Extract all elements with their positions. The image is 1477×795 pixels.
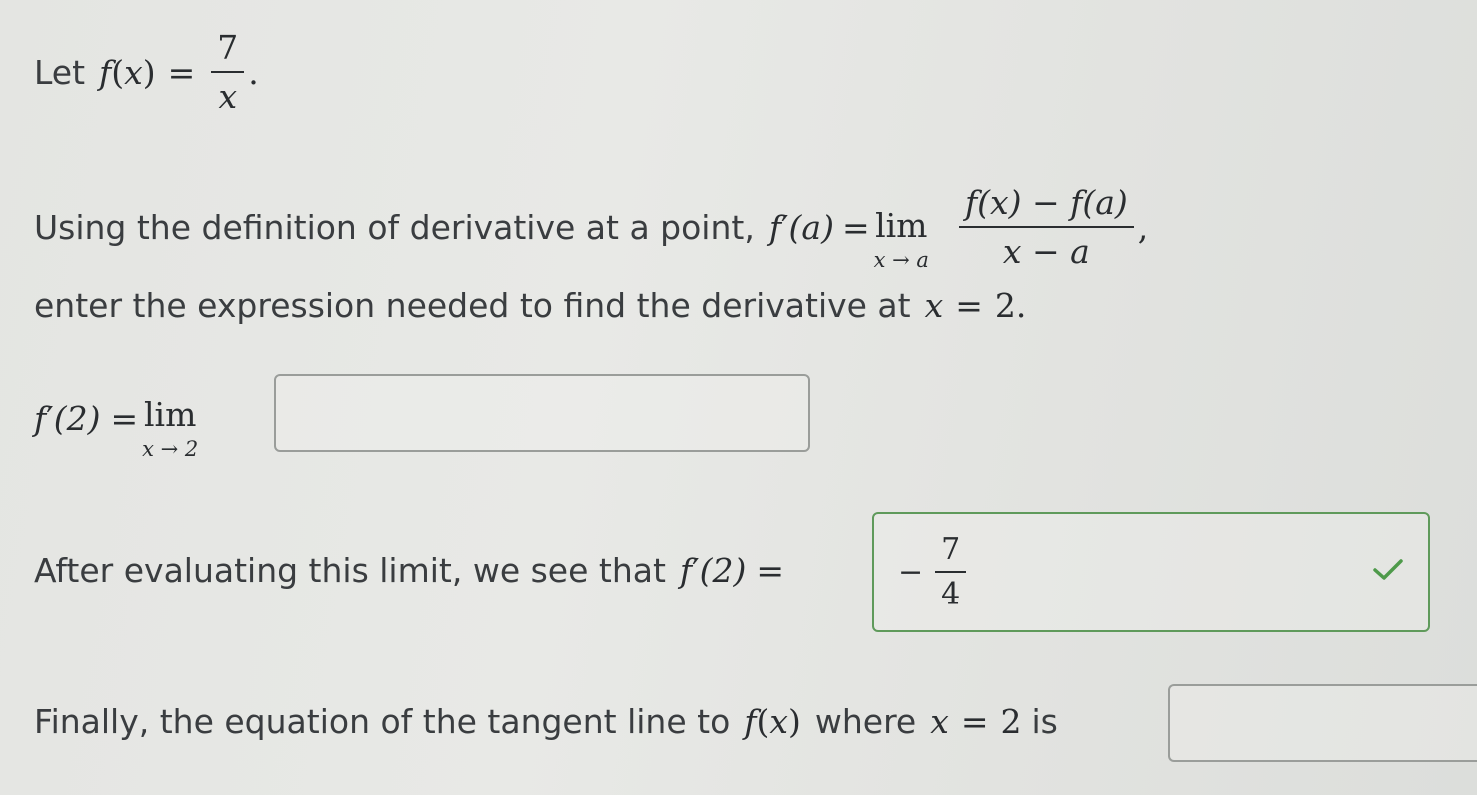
derivative-argument: (2) xyxy=(699,550,747,590)
negative-sign: − xyxy=(898,554,924,590)
derivative-definition: Using the definition of derivative at a … xyxy=(34,172,1148,282)
function-definition: Let f ( x ) = 7 x . xyxy=(34,22,259,122)
x-variable: x xyxy=(924,285,944,325)
difference-quotient: f(x) − f(a) x − a xyxy=(958,183,1134,271)
checkmark-icon xyxy=(1373,559,1403,580)
derivative-value-input[interactable]: − 7 4 xyxy=(872,512,1430,632)
equals-sign: = xyxy=(955,285,983,325)
equals-sign: = xyxy=(756,550,785,590)
prime-mark: ′ xyxy=(692,550,700,590)
equals-sign: = xyxy=(110,398,139,438)
derivative-f: f xyxy=(768,207,782,247)
answer-denominator: 4 xyxy=(941,577,961,612)
function-name: f xyxy=(744,701,757,741)
limit-expression-row: f ′ (2) = lim x → 2 xyxy=(34,376,208,461)
where-label: where xyxy=(814,701,917,741)
fraction-7-over-x: 7 x xyxy=(211,28,245,116)
equals-sign: = xyxy=(841,207,870,247)
fraction-numerator: 7 xyxy=(217,28,239,67)
is-label: is xyxy=(1031,701,1058,741)
limit-subscript: x → 2 xyxy=(142,436,199,461)
tangent-line-row: Finally, the equation of the tangent lin… xyxy=(34,694,1058,748)
open-paren: ( xyxy=(756,701,770,741)
derivative-argument: (a) xyxy=(788,207,834,247)
derivative-answer: − 7 4 xyxy=(898,532,970,612)
tangent-line-input[interactable] xyxy=(1168,684,1477,762)
definition-text: Using the definition of derivative at a … xyxy=(34,207,755,247)
derivative-f: f xyxy=(34,398,47,438)
limit-operator: lim x → a xyxy=(874,183,929,272)
close-paren: ) xyxy=(142,52,156,92)
function-name: f xyxy=(99,52,112,92)
equals-sign: = xyxy=(960,701,989,741)
open-paren: ( xyxy=(111,52,125,92)
let-label: Let xyxy=(34,52,86,92)
function-variable: x xyxy=(124,52,143,92)
equals-sign: = xyxy=(167,52,196,92)
derivative-argument: (2) xyxy=(53,398,101,438)
tangent-text: Finally, the equation of the tangent lin… xyxy=(34,701,731,741)
instruction-text: enter the expression needed to find the … xyxy=(34,285,911,325)
answer-numerator: 7 xyxy=(941,532,961,567)
difference-quotient-numerator: f(x) − f(a) xyxy=(964,183,1128,222)
limit-word: lim xyxy=(144,394,197,434)
prime-mark: ′ xyxy=(781,207,789,247)
x-variable: x xyxy=(930,701,949,741)
point-value: 2 xyxy=(1000,701,1022,741)
evaluation-row: After evaluating this limit, we see that… xyxy=(34,540,784,600)
limit-word: lim xyxy=(875,205,928,245)
period: . xyxy=(248,52,259,92)
difference-quotient-denominator: x − a xyxy=(1002,232,1090,271)
answer-fraction: 7 4 xyxy=(935,532,967,612)
evaluation-text: After evaluating this limit, we see that xyxy=(34,550,666,590)
prime-mark: ′ xyxy=(46,398,54,438)
comma: , xyxy=(1137,207,1149,247)
limit-subscript: x → a xyxy=(873,247,929,272)
close-paren: ) xyxy=(787,701,801,741)
instruction-line: enter the expression needed to find the … xyxy=(34,280,1026,330)
function-variable: x xyxy=(769,701,788,741)
limit-operator: lim x → 2 xyxy=(142,376,198,461)
derivative-f: f xyxy=(679,550,693,590)
limit-expression-input[interactable] xyxy=(274,374,810,452)
fraction-denominator: x xyxy=(218,77,238,116)
point-value: 2. xyxy=(994,285,1027,325)
